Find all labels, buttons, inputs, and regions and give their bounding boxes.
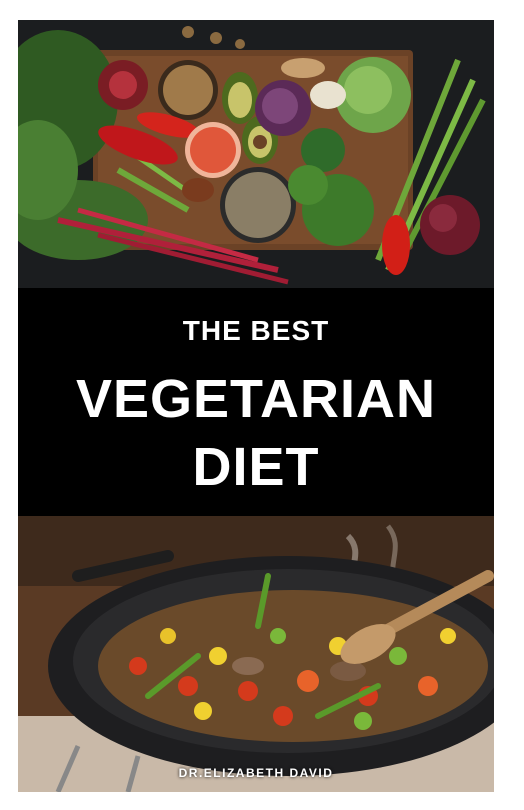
book-cover: THE BEST VEGETARIAN DIET DR.ELIZABETH DA… — [18, 20, 494, 792]
title-diet: DIET — [192, 437, 320, 497]
author-name: DR.ELIZABETH DAVID — [178, 766, 334, 780]
title-vegetarian: VEGETARIAN — [75, 369, 437, 429]
vegetables-photo — [18, 20, 494, 288]
title-the-best: THE BEST — [182, 315, 330, 346]
stir-fry-photo — [18, 516, 494, 792]
